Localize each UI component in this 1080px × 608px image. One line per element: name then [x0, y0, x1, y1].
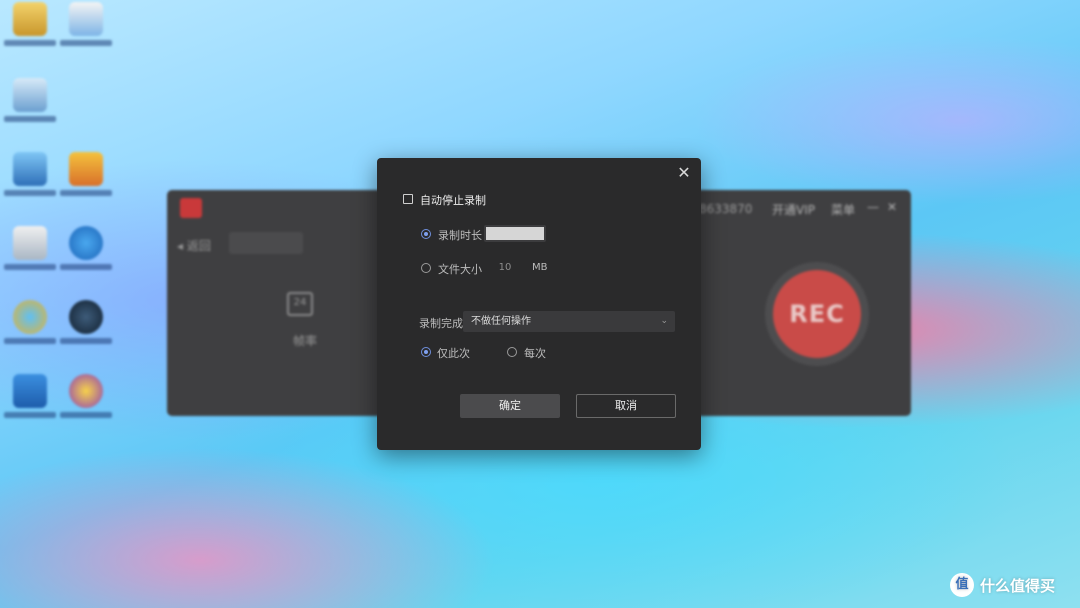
on-complete-value: 不做任何操作 — [471, 316, 531, 327]
watermark: 值 什么值得买 — [950, 572, 1055, 598]
back-link[interactable]: ◂ 返回 — [177, 237, 211, 254]
file-size-radio[interactable] — [421, 263, 431, 273]
desktop-icon-recycle-bin[interactable] — [4, 226, 56, 270]
chevron-down-icon: ⌄ — [660, 316, 668, 326]
dialog-close-icon[interactable]: ✕ — [676, 165, 692, 181]
file-size-label: 文件大小 — [438, 263, 482, 276]
duration-input-value — [486, 227, 544, 240]
duration-radio[interactable] — [421, 229, 431, 239]
rec-button[interactable]: REC — [773, 270, 861, 358]
desktop-icon-recorder[interactable] — [60, 300, 112, 344]
fps-label: 帧率 — [293, 334, 318, 348]
watermark-text: 什么值得买 — [980, 576, 1056, 595]
every-time-radio[interactable] — [507, 347, 517, 357]
desktop-icon-video-app[interactable] — [60, 152, 112, 196]
file-size-unit: MB — [532, 262, 548, 273]
desktop-icons — [0, 0, 120, 440]
vip-link[interactable]: 开通VIP — [772, 201, 815, 218]
every-time-label: 每次 — [524, 347, 546, 360]
cancel-button[interactable]: 取消 — [576, 394, 676, 418]
window-close-icon[interactable]: ✕ — [887, 200, 897, 214]
duration-input[interactable] — [484, 225, 546, 242]
app-logo-icon — [180, 198, 202, 218]
auto-stop-label: 自动停止录制 — [420, 194, 486, 207]
desktop-icon-user-folder[interactable] — [4, 2, 56, 46]
desktop-icon-browser[interactable] — [60, 226, 112, 270]
once-radio[interactable] — [421, 347, 431, 357]
file-size-input[interactable]: 10 — [487, 259, 523, 276]
auto-stop-checkbox[interactable] — [403, 194, 413, 204]
mode-select[interactable] — [229, 232, 303, 254]
desktop-icon-computer[interactable] — [4, 78, 56, 122]
once-label: 仅此次 — [437, 347, 470, 360]
menu-link[interactable]: 菜单 — [831, 201, 855, 218]
desktop-icon-app[interactable] — [60, 2, 112, 46]
desktop-icon-game[interactable] — [60, 374, 112, 418]
fps-value: 24 — [293, 297, 307, 308]
desktop-icon-internet-explorer[interactable] — [4, 300, 56, 344]
duration-label: 录制时长 — [438, 229, 482, 242]
account-id: 8633870 — [699, 202, 753, 216]
confirm-button[interactable]: 确定 — [460, 394, 560, 418]
watermark-logo: 值 — [950, 573, 974, 597]
on-complete-label: 录制完成 — [419, 317, 463, 330]
fps-icon[interactable]: 24 — [287, 292, 313, 316]
desktop-icon-settings[interactable] — [4, 374, 56, 418]
auto-stop-dialog: ✕ 自动停止录制 录制时长 文件大小 10 MB 录制完成 不做任何操作 ⌄ 仅… — [377, 158, 701, 450]
on-complete-select[interactable]: 不做任何操作 ⌄ — [463, 311, 675, 332]
minimize-icon[interactable]: — — [867, 200, 879, 214]
desktop-icon-network[interactable] — [4, 152, 56, 196]
